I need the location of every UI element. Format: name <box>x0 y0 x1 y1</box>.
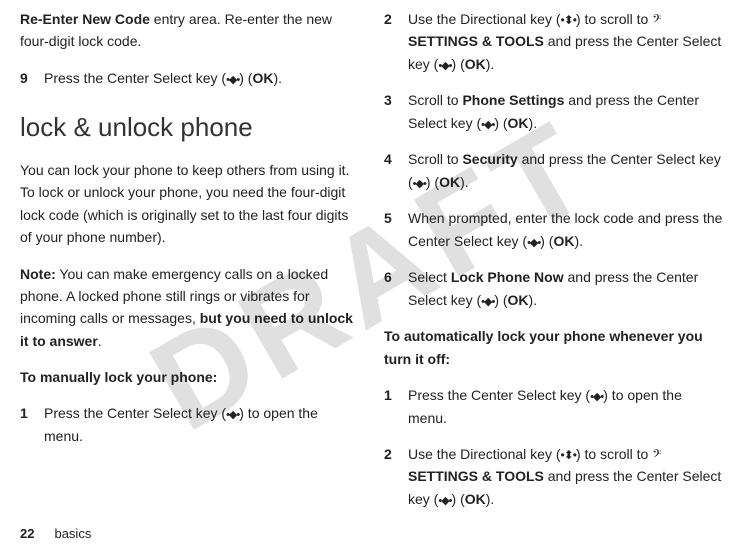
text: ) ( <box>452 56 465 72</box>
text: Press the Center Select key ( <box>408 387 590 403</box>
center-select-icon: •◆• <box>527 235 540 253</box>
step-4: 4 Scroll to Security and press the Cente… <box>384 148 724 193</box>
ok-label: OK <box>508 115 529 131</box>
step-2: 2 Use the Directional key (•⬍•) to scrol… <box>384 8 724 75</box>
step-number: 9 <box>20 67 44 90</box>
step-body: Scroll to Phone Settings and press the C… <box>408 89 724 134</box>
text: Press the Center Select key ( <box>44 405 226 421</box>
text: . <box>98 333 102 349</box>
center-select-icon: •◆• <box>438 58 451 76</box>
text: ). <box>486 56 495 72</box>
directional-icon: •⬍• <box>561 446 576 465</box>
ok-label: OK <box>439 174 460 190</box>
text: ) ( <box>426 174 439 190</box>
ok-label: OK <box>465 491 486 507</box>
ok-label: OK <box>252 70 273 86</box>
ok-label: OK <box>508 292 529 308</box>
step-body: Select Lock Phone Now and press the Cent… <box>408 266 724 311</box>
step-1: 1 Press the Center Select key (•◆•) to o… <box>20 402 360 447</box>
step-number: 1 <box>20 402 44 447</box>
step-6: 6 Select Lock Phone Now and press the Ce… <box>384 266 724 311</box>
step-body: Press the Center Select key (•◆•) to ope… <box>44 402 360 447</box>
text: ). <box>529 292 538 308</box>
step-body: Press the Center Select key (•◆•) to ope… <box>408 384 724 429</box>
step-number: 2 <box>384 8 408 75</box>
center-select-icon: •◆• <box>590 389 603 407</box>
page-number: 22 <box>20 526 34 541</box>
note-label: Note: <box>20 266 56 282</box>
step-body: When prompted, enter the lock code and p… <box>408 207 724 252</box>
section-heading: lock & unlock phone <box>20 107 360 149</box>
auto-step-1: 1 Press the Center Select key (•◆•) to o… <box>384 384 724 429</box>
lock-phone-now-label: Lock Phone Now <box>451 269 564 285</box>
text: ). <box>486 491 495 507</box>
left-column: Re-Enter New Code entry area. Re-enter t… <box>20 8 360 524</box>
center-select-icon: •◆• <box>413 176 426 194</box>
step-number: 6 <box>384 266 408 311</box>
ok-label: OK <box>553 233 574 249</box>
text: ) ( <box>494 115 507 131</box>
page-footer: 22 basics <box>20 526 91 541</box>
step-number: 2 <box>384 443 408 510</box>
center-select-icon: •◆• <box>226 72 239 90</box>
text: ). <box>460 174 469 190</box>
text: ). <box>273 70 282 86</box>
right-column: 2 Use the Directional key (•⬍•) to scrol… <box>384 8 724 524</box>
settings-tools-label: SETTINGS & TOOLS <box>408 33 544 49</box>
step-3: 3 Scroll to Phone Settings and press the… <box>384 89 724 134</box>
text: Press the Center Select key ( <box>44 70 226 86</box>
step-9: 9 Press the Center Select key (•◆•) (OK)… <box>20 67 360 90</box>
text: Select <box>408 269 451 285</box>
text: Use the Directional key ( <box>408 11 561 27</box>
directional-icon: •⬍• <box>561 11 576 30</box>
center-select-icon: •◆• <box>438 493 451 511</box>
text: ). <box>574 233 583 249</box>
sub-heading: To manually lock your phone: <box>20 366 360 388</box>
step-body: Scroll to Security and press the Center … <box>408 148 724 193</box>
center-select-icon: •◆• <box>481 294 494 312</box>
text: ) to scroll to <box>576 11 652 27</box>
text: Scroll to <box>408 92 462 108</box>
step-number: 3 <box>384 89 408 134</box>
center-select-icon: •◆• <box>481 117 494 135</box>
text: Use the Directional key ( <box>408 446 561 462</box>
ok-label: OK <box>465 56 486 72</box>
step-5: 5 When prompted, enter the lock code and… <box>384 207 724 252</box>
phone-settings-label: Phone Settings <box>462 92 564 108</box>
step-number: 1 <box>384 384 408 429</box>
step-body: Press the Center Select key (•◆•) (OK). <box>44 67 360 90</box>
text: ) ( <box>540 233 553 249</box>
two-column-layout: Re-Enter New Code entry area. Re-enter t… <box>20 8 724 524</box>
text: ) ( <box>452 491 465 507</box>
text: ) to scroll to <box>576 446 652 462</box>
step-body: Use the Directional key (•⬍•) to scroll … <box>408 8 724 75</box>
text: ). <box>529 115 538 131</box>
security-label: Security <box>462 151 517 167</box>
step-number: 5 <box>384 207 408 252</box>
sub-heading: To automatically lock your phone wheneve… <box>384 325 724 370</box>
text: Scroll to <box>408 151 462 167</box>
settings-tools-icon: 𝄢 <box>652 444 661 466</box>
settings-tools-label: SETTINGS & TOOLS <box>408 468 544 484</box>
center-select-icon: •◆• <box>226 407 239 425</box>
text: ) ( <box>239 70 252 86</box>
note-paragraph: Note: You can make emergency calls on a … <box>20 263 360 353</box>
step-body: Use the Directional key (•⬍•) to scroll … <box>408 443 724 510</box>
auto-step-2: 2 Use the Directional key (•⬍•) to scrol… <box>384 443 724 510</box>
step-number: 4 <box>384 148 408 193</box>
text: ) ( <box>494 292 507 308</box>
footer-section-name: basics <box>54 526 91 541</box>
opening-fragment: Re-Enter New Code entry area. Re-enter t… <box>20 8 360 53</box>
reenter-code-label: Re-Enter New Code <box>20 11 150 27</box>
settings-tools-icon: 𝄢 <box>652 9 661 31</box>
paragraph: You can lock your phone to keep others f… <box>20 159 360 249</box>
